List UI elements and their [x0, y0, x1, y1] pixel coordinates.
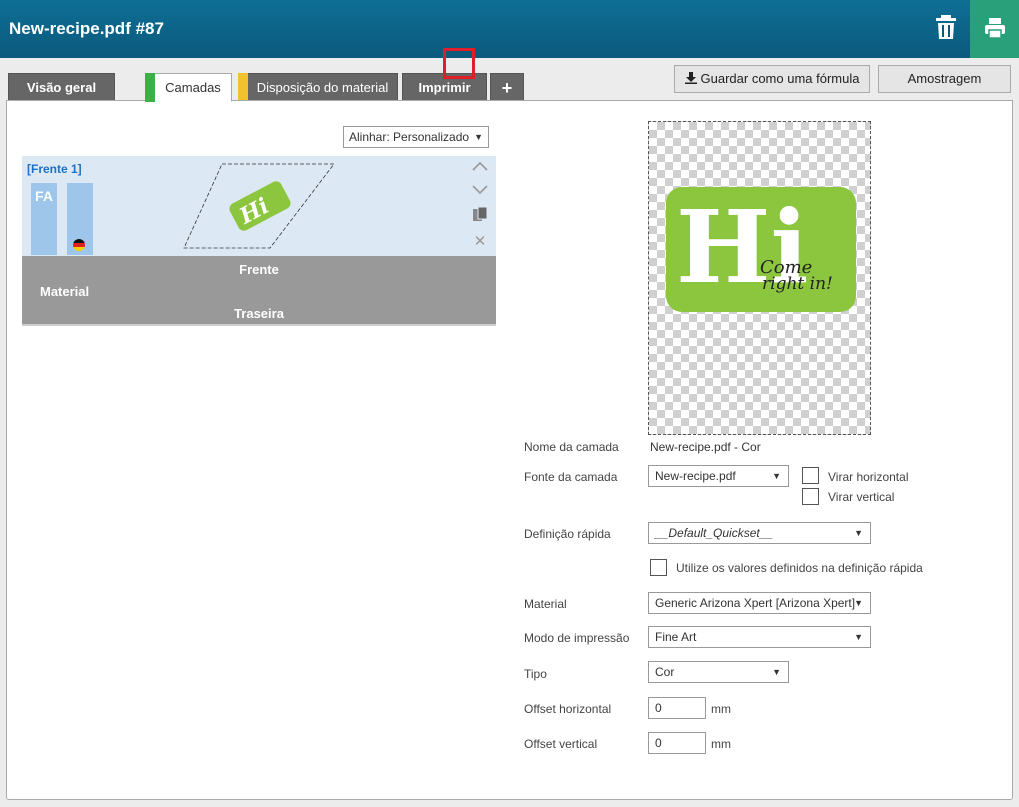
- plus-icon: +: [501, 78, 513, 98]
- move-down-icon[interactable]: [470, 182, 490, 202]
- save-as-recipe-label: Guardar como uma fórmula: [700, 71, 860, 86]
- caret-down-icon: ▼: [854, 632, 863, 642]
- flip-vertical-label: Virar vertical: [828, 490, 895, 504]
- duplicate-icon[interactable]: [470, 206, 490, 226]
- caret-down-icon: ▼: [772, 667, 781, 677]
- material-label: Material: [40, 284, 90, 299]
- tab-media-layout[interactable]: Disposição do material: [238, 73, 398, 102]
- title-bar: New-recipe.pdf #87: [0, 0, 1019, 58]
- type-select[interactable]: Cor ▼: [648, 661, 789, 683]
- layer-preview: Hi Come right in!: [648, 121, 871, 435]
- material-bar: Frente Material Traseira: [22, 256, 496, 326]
- tab-print-label: Imprimir: [418, 80, 471, 95]
- sampling-button[interactable]: Amostragem: [878, 65, 1011, 93]
- offset-vertical-value: 0: [655, 736, 662, 750]
- align-select[interactable]: Alinhar: Personalizado ▼: [343, 126, 489, 148]
- layer-name: [Frente 1]: [27, 162, 82, 176]
- window-title: New-recipe.pdf #87: [9, 19, 164, 38]
- caret-down-icon: ▼: [854, 528, 863, 538]
- move-up-icon[interactable]: [470, 158, 490, 178]
- offset-vertical-input[interactable]: 0: [648, 732, 706, 754]
- offset-horizontal-label: Offset horizontal: [524, 702, 612, 716]
- flip-vertical-checkbox[interactable]: [802, 488, 819, 505]
- tab-layers-label: Camadas: [165, 80, 221, 95]
- print-mode-label: Modo de impressão: [524, 631, 630, 645]
- print-mode-value: Fine Art: [655, 630, 697, 644]
- quickset-value: __Default_Quickset__: [655, 526, 774, 540]
- quickset-label: Definição rápida: [524, 527, 611, 541]
- material-back-label: Traseira: [234, 306, 284, 321]
- add-tab-button[interactable]: +: [490, 73, 524, 101]
- download-icon: [684, 72, 697, 84]
- color-channel-icon: [73, 239, 85, 251]
- tab-layers-color-bar: [145, 73, 155, 102]
- caret-down-icon: ▼: [772, 471, 781, 481]
- layer-color-channel: [67, 183, 93, 255]
- printer-icon: [985, 18, 1005, 39]
- print-mode-select[interactable]: Fine Art ▼: [648, 626, 871, 648]
- tab-overview-label: Visão geral: [26, 80, 97, 95]
- tab-media-layout-label: Disposição do material: [256, 80, 389, 95]
- offset-vertical-unit: mm: [711, 737, 731, 751]
- caret-down-icon: ▼: [854, 598, 863, 608]
- sampling-label: Amostragem: [907, 71, 982, 86]
- offset-horizontal-input[interactable]: 0: [648, 697, 706, 719]
- tab-media-layout-color-bar: [238, 73, 248, 102]
- offset-vertical-label: Offset vertical: [524, 737, 598, 751]
- material-front-label: Frente: [239, 262, 279, 277]
- flip-horizontal-checkbox[interactable]: [802, 467, 819, 484]
- type-value: Cor: [655, 665, 675, 679]
- material-select[interactable]: Generic Arizona Xpert [Arizona Xpert] ▼: [648, 592, 871, 614]
- duplicate-highlight-frame: [443, 48, 475, 79]
- material-field-label: Material: [524, 597, 567, 611]
- layer-name-label: Nome da camada: [524, 440, 619, 454]
- use-quickset-checkbox[interactable]: [650, 559, 667, 576]
- layer-source-value: New-recipe.pdf: [655, 469, 736, 483]
- layer-channel: FA: [31, 183, 57, 255]
- quickset-select[interactable]: __Default_Quickset__ ▼: [648, 522, 871, 544]
- layer-thumbnail: Hi: [183, 163, 335, 249]
- type-label: Tipo: [524, 667, 547, 681]
- layer-channel-label: FA: [35, 188, 53, 204]
- preview-logo: Hi Come right in!: [666, 187, 856, 312]
- offset-horizontal-value: 0: [655, 701, 662, 715]
- flip-horizontal-label: Virar horizontal: [828, 470, 909, 484]
- layer-name-value: New-recipe.pdf - Cor: [650, 440, 761, 454]
- tab-overview[interactable]: Visão geral: [8, 73, 115, 101]
- use-quickset-label: Utilize os valores definidos na definiçã…: [676, 561, 923, 575]
- delete-layer-icon[interactable]: ✕: [470, 232, 490, 252]
- offset-horizontal-unit: mm: [711, 702, 731, 716]
- layer-source-select[interactable]: New-recipe.pdf ▼: [648, 465, 789, 487]
- layer-source-label: Fonte da camada: [524, 470, 618, 484]
- material-value: Generic Arizona Xpert [Arizona Xpert]: [655, 596, 856, 610]
- trash-icon[interactable]: [933, 12, 959, 42]
- tab-layers[interactable]: Camadas: [145, 73, 232, 102]
- caret-down-icon: ▼: [474, 132, 483, 142]
- print-button[interactable]: [970, 0, 1019, 58]
- layer-row[interactable]: [Frente 1] FA Hi ✕: [22, 156, 496, 256]
- align-select-value: Alinhar: Personalizado: [349, 130, 470, 144]
- preview-script-text-2: right in!: [762, 274, 833, 294]
- save-as-recipe-button[interactable]: Guardar como uma fórmula: [674, 65, 870, 93]
